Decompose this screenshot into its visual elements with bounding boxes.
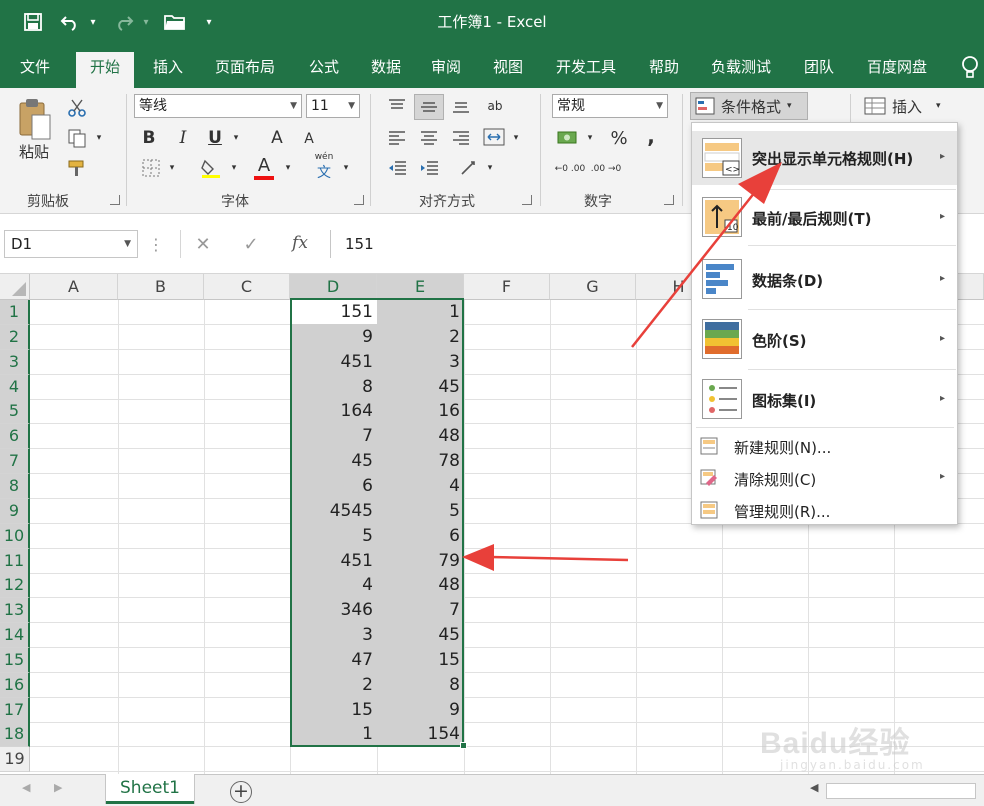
arrow-to-cell-e11	[462, 544, 629, 571]
annotation-arrows	[462, 162, 782, 571]
watermark-text: Baidu经验	[760, 727, 911, 760]
watermark-url: jingyan.baidu.com	[780, 758, 925, 772]
baidu-watermark: Baidu经验 jingyan.baidu.com	[760, 718, 940, 778]
arrow-to-highlight-rules	[631, 162, 782, 348]
